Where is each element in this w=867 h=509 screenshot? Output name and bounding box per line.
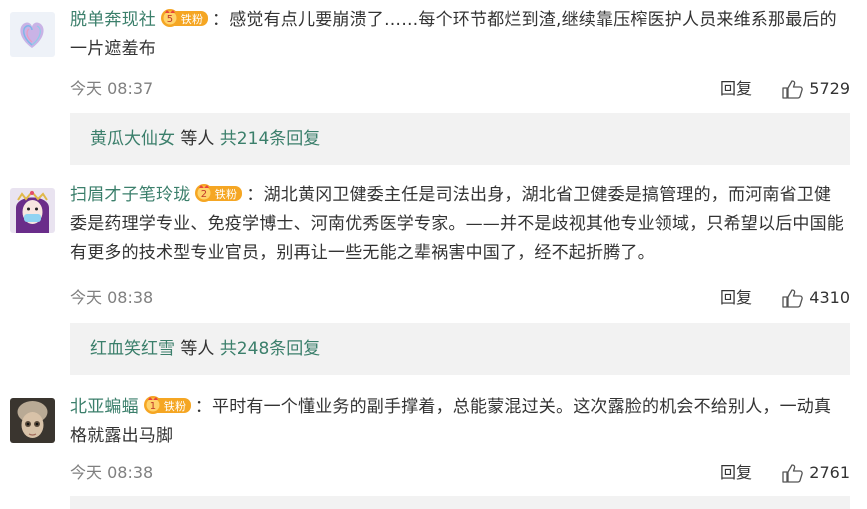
- reply-button[interactable]: 回复: [720, 286, 752, 310]
- comment-username[interactable]: 脱单奔现社: [70, 10, 156, 30]
- reply-button[interactable]: 回复: [720, 461, 752, 485]
- fan-badge-icon: 1 铁粉: [143, 395, 193, 415]
- fan-badge-icon: 5 铁粉: [160, 8, 210, 28]
- thread-mid-text: 等人: [175, 129, 220, 149]
- svg-text:5: 5: [167, 14, 174, 25]
- comment-time: 今天 08:37: [70, 79, 154, 98]
- comment-meta: 今天 08:38 回复 2761: [70, 461, 850, 485]
- reply-thread-summary-partial: [70, 496, 850, 509]
- comment-time: 今天 08:38: [70, 463, 154, 482]
- comment-body: 脱单奔现社 5 铁粉 ：感觉有点儿要崩溃了……每个环节都烂到渣,继续靠压榨医护人员来维…: [70, 6, 845, 64]
- reply-button[interactable]: 回复: [720, 77, 752, 101]
- comment-time: 今天 08:38: [70, 288, 154, 307]
- comment-body: 北亚蝙蝠 1 铁粉 ：平时有一个懂业务的副手撑着，总能蒙混过关。这次露脸的机会不给别人…: [70, 393, 845, 451]
- svg-text:铁粉: 铁粉: [181, 13, 203, 26]
- thread-mid-text: 等人: [175, 339, 220, 359]
- thumbs-up-icon: [782, 463, 804, 483]
- reply-thread-summary[interactable]: 黄瓜大仙女 等人 共214条回复: [70, 113, 850, 165]
- thread-username[interactable]: 红血笑红雪: [90, 339, 175, 359]
- like-count: 2761: [809, 463, 850, 482]
- avatar[interactable]: [10, 12, 55, 57]
- like-button[interactable]: 5729: [782, 77, 850, 101]
- like-count: 5729: [809, 79, 850, 98]
- thread-username[interactable]: 黄瓜大仙女: [90, 129, 175, 149]
- like-button[interactable]: 4310: [782, 286, 850, 310]
- thumbs-up-icon: [782, 79, 804, 99]
- thread-reply-count[interactable]: 共214条回复: [220, 129, 320, 149]
- comment-username[interactable]: 北亚蝙蝠: [70, 397, 139, 417]
- avatar[interactable]: [10, 398, 55, 443]
- svg-text:2: 2: [201, 189, 208, 200]
- comment-username[interactable]: 扫眉才子笔玲珑: [70, 185, 190, 205]
- like-count: 4310: [809, 288, 850, 307]
- svg-text:铁粉: 铁粉: [164, 400, 186, 413]
- fan-badge-icon: 2 铁粉: [194, 183, 244, 203]
- reply-thread-summary[interactable]: 红血笑红雪 等人 共248条回复: [70, 323, 850, 375]
- comment-body: 扫眉才子笔玲珑 2 铁粉 ：湖北黄冈卫健委主任是司法出身，湖北省卫健委是搞管理的，而河…: [70, 181, 845, 268]
- thumbs-up-icon: [782, 288, 804, 308]
- comment-meta: 今天 08:38 回复 4310: [70, 286, 850, 310]
- like-button[interactable]: 2761: [782, 461, 850, 485]
- avatar[interactable]: [10, 188, 55, 233]
- svg-text:1: 1: [150, 401, 157, 412]
- thread-reply-count[interactable]: 共248条回复: [220, 339, 320, 359]
- comment-meta: 今天 08:37 回复 5729: [70, 77, 850, 101]
- svg-text:铁粉: 铁粉: [215, 188, 237, 201]
